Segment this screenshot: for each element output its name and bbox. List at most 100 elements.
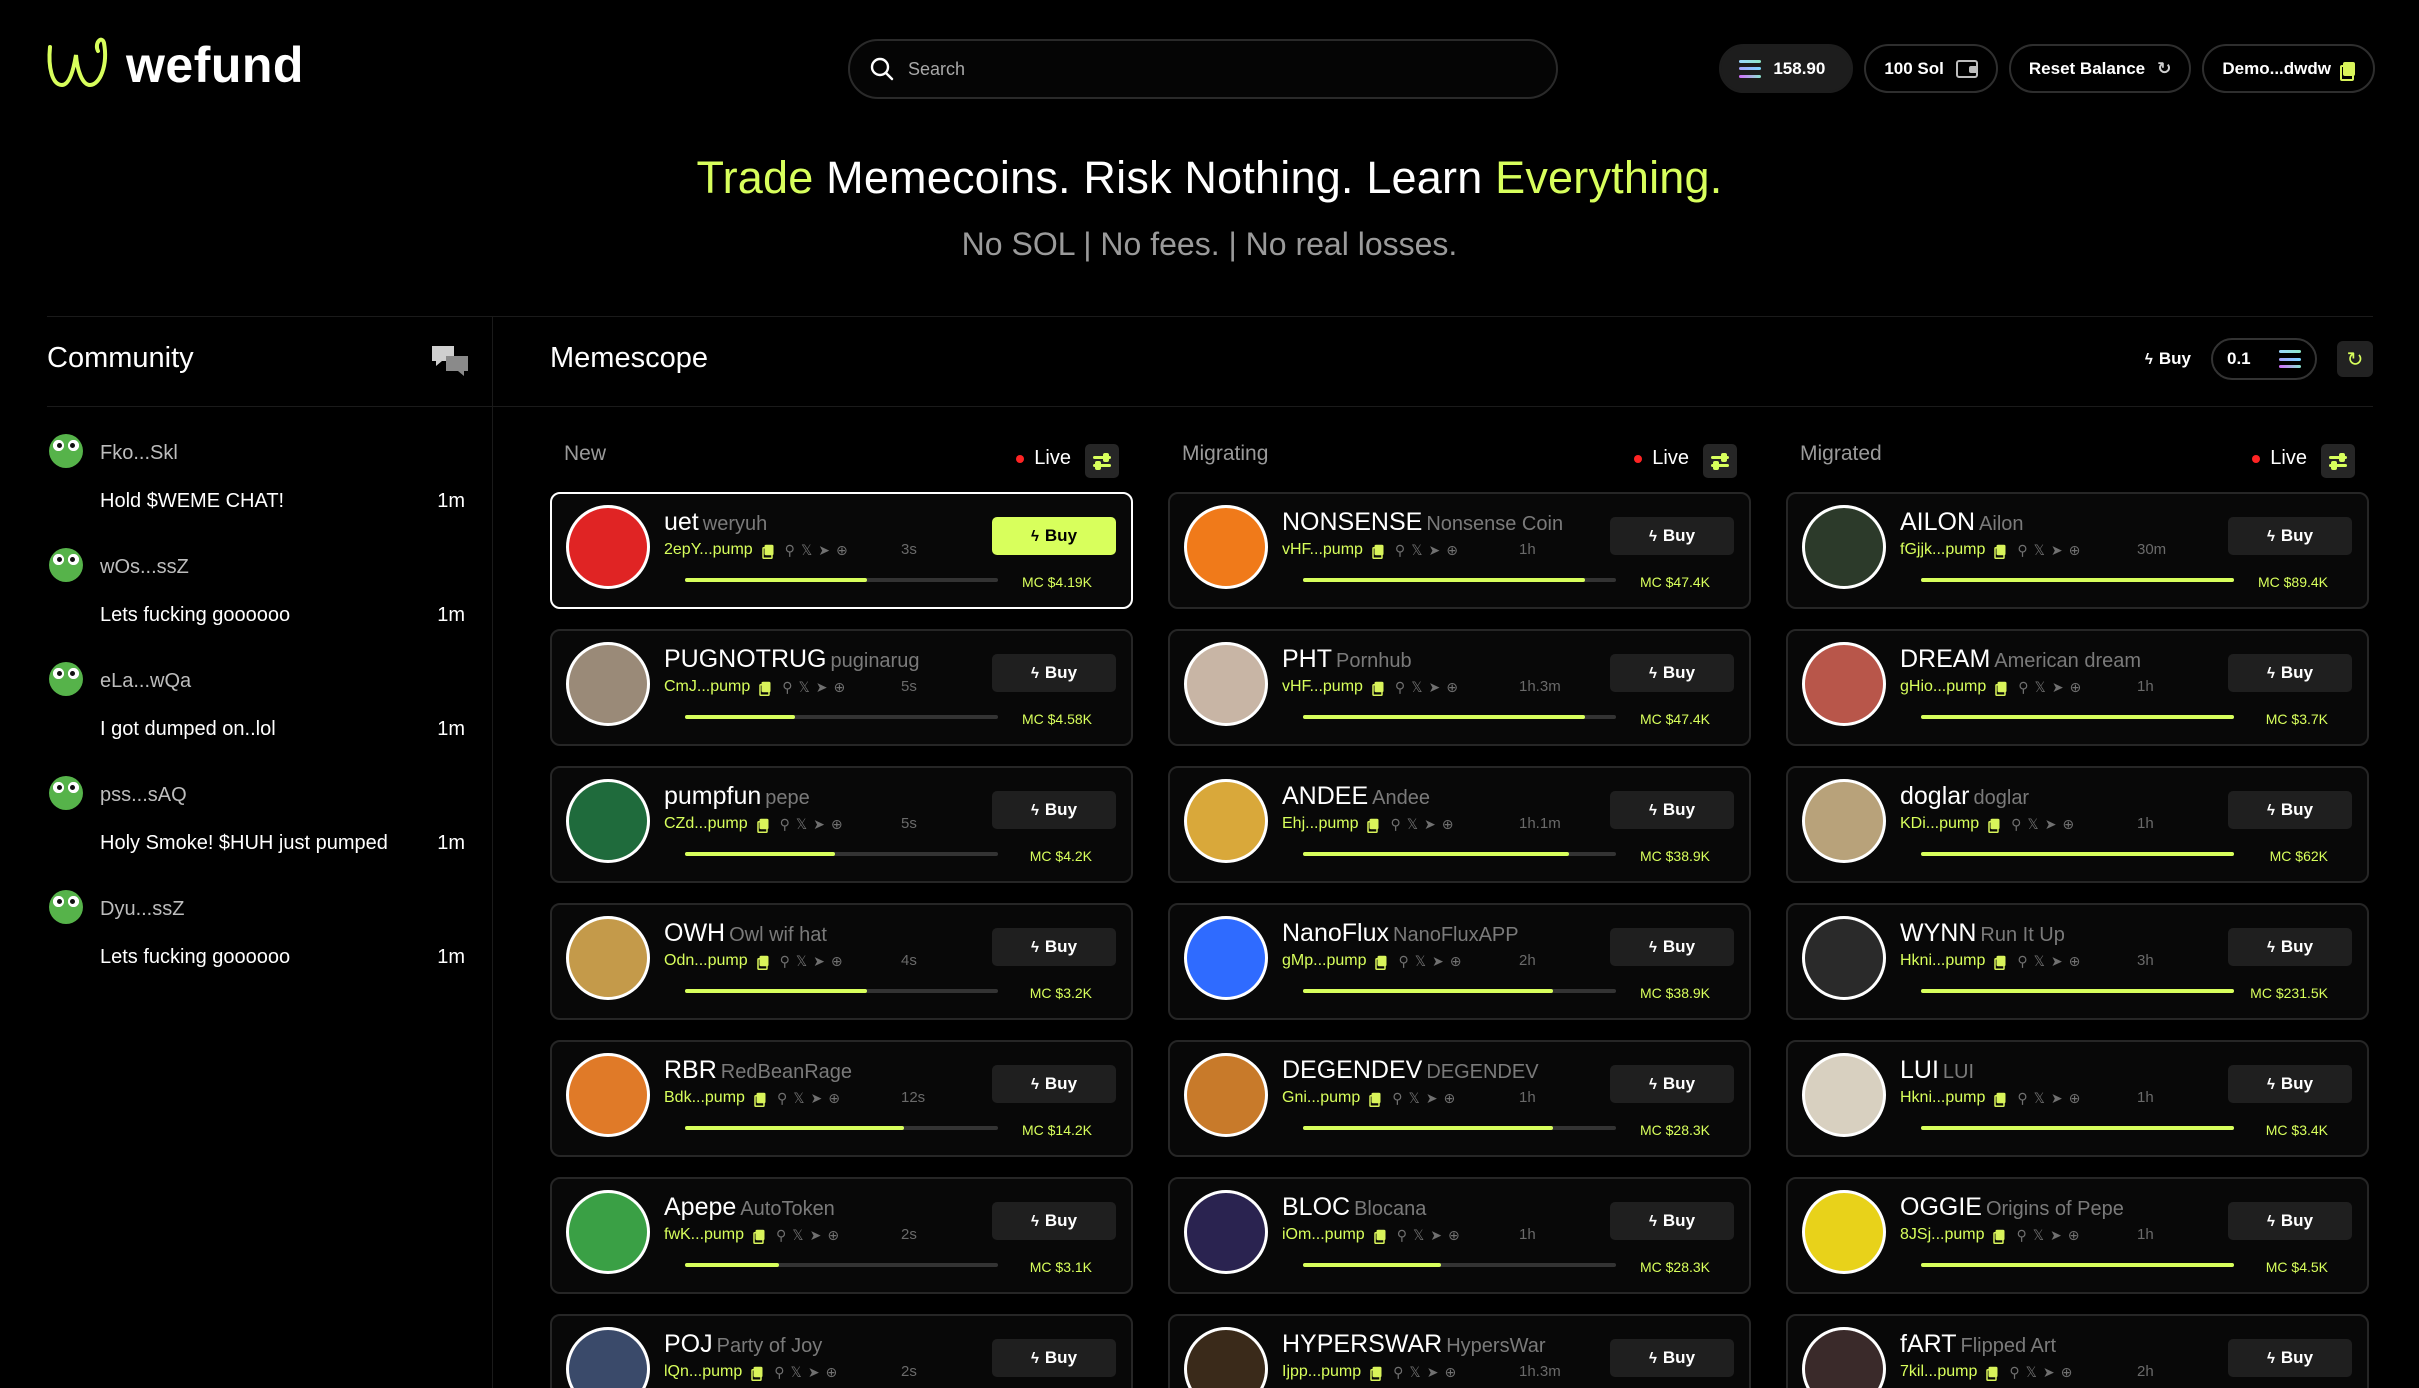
x-icon[interactable]: 𝕏	[796, 816, 807, 833]
telegram-icon[interactable]: ➤	[1428, 679, 1440, 696]
buy-button[interactable]: ϟ Buy	[992, 1065, 1116, 1103]
token-address[interactable]: 8JSj...pump	[1900, 1226, 1984, 1244]
telegram-icon[interactable]: ➤	[2043, 1364, 2055, 1381]
token-address[interactable]: fGjjk...pump	[1900, 541, 1985, 559]
buy-button[interactable]: ϟ Buy	[992, 1202, 1116, 1240]
x-icon[interactable]: 𝕏	[1407, 816, 1418, 833]
link-icon[interactable]: ⚲	[1395, 542, 1405, 559]
token-address[interactable]: Hkni...pump	[1900, 952, 1985, 970]
token-address[interactable]: lQn...pump	[664, 1363, 742, 1381]
quick-buy-amount-input[interactable]: 0.1	[2211, 338, 2317, 380]
search-bar[interactable]	[848, 39, 1558, 99]
token-card[interactable]: PHT Pornhub vHF...pump ⚲ 𝕏 ➤ ⊕ 1h.3m ϟ Bu…	[1168, 629, 1751, 746]
globe-icon[interactable]: ⊕	[2062, 816, 2074, 833]
telegram-icon[interactable]: ➤	[810, 1090, 822, 1107]
link-icon[interactable]: ⚲	[1398, 953, 1408, 970]
token-address[interactable]: Hkni...pump	[1900, 1089, 1985, 1107]
telegram-icon[interactable]: ➤	[2045, 816, 2057, 833]
token-address[interactable]: CmJ...pump	[664, 678, 750, 696]
token-address[interactable]: Odn...pump	[664, 952, 748, 970]
telegram-icon[interactable]: ➤	[2051, 542, 2063, 559]
buy-button[interactable]: ϟ Buy	[1610, 928, 1734, 966]
buy-button[interactable]: ϟ Buy	[1610, 517, 1734, 555]
token-card[interactable]: HYPERSWAR HypersWar Ijpp...pump ⚲ 𝕏 ➤ ⊕ 1…	[1168, 1314, 1751, 1388]
token-address[interactable]: 2epY...pump	[664, 541, 753, 559]
link-icon[interactable]: ⚲	[780, 816, 790, 833]
globe-icon[interactable]: ⊕	[1444, 1364, 1456, 1381]
copy-icon[interactable]	[1370, 1366, 1382, 1381]
search-input[interactable]	[908, 58, 1508, 80]
link-icon[interactable]: ⚲	[777, 1090, 787, 1107]
token-address[interactable]: Ehj...pump	[1282, 815, 1358, 833]
globe-icon[interactable]: ⊕	[2061, 1364, 2073, 1381]
copy-icon[interactable]	[1375, 955, 1387, 970]
x-icon[interactable]: 𝕏	[2034, 953, 2045, 970]
filter-button[interactable]	[1703, 444, 1737, 478]
copy-icon[interactable]	[1367, 818, 1379, 833]
buy-button[interactable]: ϟ Buy	[2228, 654, 2352, 692]
x-icon[interactable]: 𝕏	[796, 953, 807, 970]
x-icon[interactable]: 𝕏	[801, 542, 812, 559]
x-icon[interactable]: 𝕏	[791, 1364, 802, 1381]
token-card[interactable]: PUGNOTRUG puginarug CmJ...pump ⚲ 𝕏 ➤ ⊕ 5s…	[550, 629, 1133, 746]
telegram-icon[interactable]: ➤	[808, 1364, 820, 1381]
token-address[interactable]: fwK...pump	[664, 1226, 744, 1244]
buy-button[interactable]: ϟ Buy	[1610, 1339, 1734, 1377]
token-card[interactable]: OWH Owl wif hat Odn...pump ⚲ 𝕏 ➤ ⊕ 4s ϟ B…	[550, 903, 1133, 1020]
copy-icon[interactable]	[1994, 544, 2006, 559]
copy-icon[interactable]	[756, 955, 769, 970]
globe-icon[interactable]: ⊕	[836, 542, 848, 559]
token-address[interactable]: Ijpp...pump	[1282, 1363, 1361, 1381]
x-icon[interactable]: 𝕏	[2026, 1364, 2037, 1381]
telegram-icon[interactable]: ➤	[2052, 679, 2064, 696]
copy-icon[interactable]	[1372, 544, 1384, 559]
buy-button[interactable]: ϟ Buy	[2228, 928, 2352, 966]
token-address[interactable]: Bdk...pump	[664, 1089, 745, 1107]
copy-icon[interactable]	[1986, 1366, 1998, 1381]
x-icon[interactable]: 𝕏	[1409, 1364, 1420, 1381]
telegram-icon[interactable]: ➤	[818, 542, 830, 559]
globe-icon[interactable]: ⊕	[1446, 679, 1458, 696]
token-card[interactable]: POJ Party of Joy lQn...pump ⚲ 𝕏 ➤ ⊕ 2s ϟ …	[550, 1314, 1133, 1388]
token-card[interactable]: doglar doglar KDi...pump ⚲ 𝕏 ➤ ⊕ 1h ϟ Buy…	[1786, 766, 2369, 883]
link-icon[interactable]: ⚲	[780, 953, 790, 970]
link-icon[interactable]: ⚲	[774, 1364, 784, 1381]
telegram-icon[interactable]: ➤	[1428, 542, 1440, 559]
chat-username[interactable]: pss...sAQ	[100, 784, 187, 807]
buy-button[interactable]: ϟ Buy	[992, 1339, 1116, 1377]
x-icon[interactable]: 𝕏	[1415, 953, 1426, 970]
copy-icon[interactable]	[1988, 818, 2000, 833]
telegram-icon[interactable]: ➤	[816, 679, 828, 696]
globe-icon[interactable]: ⊕	[831, 816, 843, 833]
buy-button[interactable]: ϟ Buy	[2228, 1065, 2352, 1103]
copy-icon[interactable]	[1372, 681, 1384, 696]
copy-icon[interactable]	[1995, 681, 2007, 696]
globe-icon[interactable]: ⊕	[2070, 679, 2082, 696]
x-icon[interactable]: 𝕏	[793, 1090, 804, 1107]
filter-button[interactable]	[2321, 444, 2355, 478]
globe-icon[interactable]: ⊕	[2069, 953, 2081, 970]
telegram-icon[interactable]: ➤	[1430, 1227, 1442, 1244]
buy-button[interactable]: ϟ Buy	[1610, 1202, 1734, 1240]
chat-username[interactable]: eLa...wQa	[100, 670, 191, 693]
globe-icon[interactable]: ⊕	[1446, 542, 1458, 559]
token-card[interactable]: DREAM American dream gHio...pump ⚲ 𝕏 ➤ ⊕ …	[1786, 629, 2369, 746]
token-card[interactable]: pumpfun pepe CZd...pump ⚲ 𝕏 ➤ ⊕ 5s ϟ Buy …	[550, 766, 1133, 883]
copy-icon[interactable]	[761, 544, 774, 559]
filter-button[interactable]	[1085, 444, 1119, 478]
buy-button[interactable]: ϟ Buy	[992, 654, 1116, 692]
add-sol-button[interactable]: 100 Sol	[1864, 44, 1998, 93]
link-icon[interactable]: ⚲	[2009, 1364, 2019, 1381]
buy-button[interactable]: ϟ Buy	[1610, 1065, 1734, 1103]
token-card[interactable]: fART Flipped Art 7kil...pump ⚲ 𝕏 ➤ ⊕ 2h ϟ…	[1786, 1314, 2369, 1388]
link-icon[interactable]: ⚲	[1397, 1227, 1407, 1244]
globe-icon[interactable]: ⊕	[2068, 1227, 2080, 1244]
token-address[interactable]: 7kil...pump	[1900, 1363, 1977, 1381]
token-card[interactable]: NONSENSE Nonsense Coin vHF...pump ⚲ 𝕏 ➤ ⊕…	[1168, 492, 1751, 609]
reset-balance-button[interactable]: Reset Balance ↻	[2008, 44, 2192, 93]
link-icon[interactable]: ⚲	[1393, 1364, 1403, 1381]
token-address[interactable]: KDi...pump	[1900, 815, 1979, 833]
telegram-icon[interactable]: ➤	[813, 953, 825, 970]
token-card[interactable]: LUI LUI Hkni...pump ⚲ 𝕏 ➤ ⊕ 1h ϟ Buy MC $…	[1786, 1040, 2369, 1157]
link-icon[interactable]: ⚲	[2018, 679, 2028, 696]
